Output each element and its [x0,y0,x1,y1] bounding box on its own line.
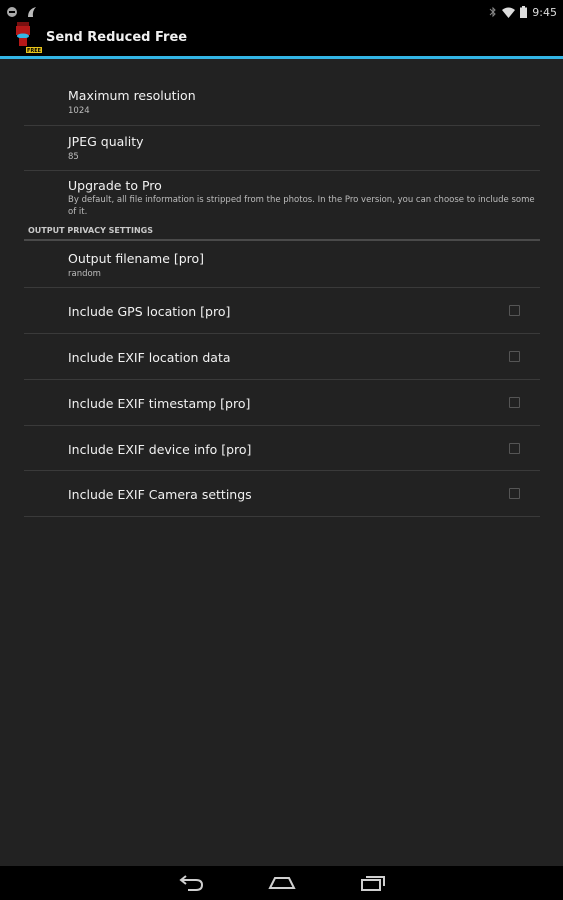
preference-list: Maximum resolution 1024 JPEG quality 85 … [24,60,540,517]
back-icon[interactable] [178,874,206,896]
pref-maximum-resolution[interactable]: Maximum resolution 1024 [24,60,540,126]
pref-include-gps-location[interactable]: Include GPS location [pro] [24,288,540,334]
action-bar: FREE Send Reduced Free [0,20,563,56]
pref-output-filename[interactable]: Output filename [pro] random [24,241,540,288]
pref-title: Output filename [pro] [68,251,205,266]
recent-apps-icon[interactable] [359,874,387,896]
pref-summary: random [68,269,101,279]
exif-location-checkbox[interactable] [509,351,520,362]
pref-summary: 85 [68,152,79,162]
pref-title: Upgrade to Pro [68,178,162,193]
action-bar-divider [0,56,563,59]
pref-summary: By default, all file information is stri… [68,195,535,217]
pref-title: Include GPS location [pro] [68,304,231,319]
pref-title: Include EXIF Camera settings [68,487,252,502]
gps-location-checkbox[interactable] [509,305,520,316]
pref-include-exif-timestamp[interactable]: Include EXIF timestamp [pro] [24,380,540,426]
home-icon[interactable] [268,874,296,896]
pref-include-exif-device-info[interactable]: Include EXIF device info [pro] [24,426,540,471]
status-bar: 9:45 [0,0,563,20]
exif-device-info-checkbox[interactable] [509,443,520,454]
app-title: Send Reduced Free [46,30,188,45]
pref-title: Include EXIF location data [68,350,231,365]
pref-include-exif-camera-settings[interactable]: Include EXIF Camera settings [24,471,540,517]
svg-text:FREE: FREE [27,48,42,54]
app-icon[interactable]: FREE [14,22,44,58]
navigation-bar [0,866,563,900]
category-title: OUTPUT PRIVACY SETTINGS [28,226,153,235]
pref-include-exif-location[interactable]: Include EXIF location data [24,334,540,380]
pref-title: Include EXIF timestamp [pro] [68,396,251,411]
status-time: 9:45 [532,6,557,19]
pref-jpeg-quality[interactable]: JPEG quality 85 [24,126,540,171]
pref-title: Include EXIF device info [pro] [68,442,252,457]
pref-summary: 1024 [68,106,90,116]
pref-title: JPEG quality [68,134,144,149]
exif-camera-settings-checkbox[interactable] [509,488,520,499]
exif-timestamp-checkbox[interactable] [509,397,520,408]
pref-title: Maximum resolution [68,88,196,103]
pref-upgrade-to-pro[interactable]: Upgrade to Pro By default, all file info… [24,171,540,221]
category-output-privacy-settings: OUTPUT PRIVACY SETTINGS [24,221,540,241]
